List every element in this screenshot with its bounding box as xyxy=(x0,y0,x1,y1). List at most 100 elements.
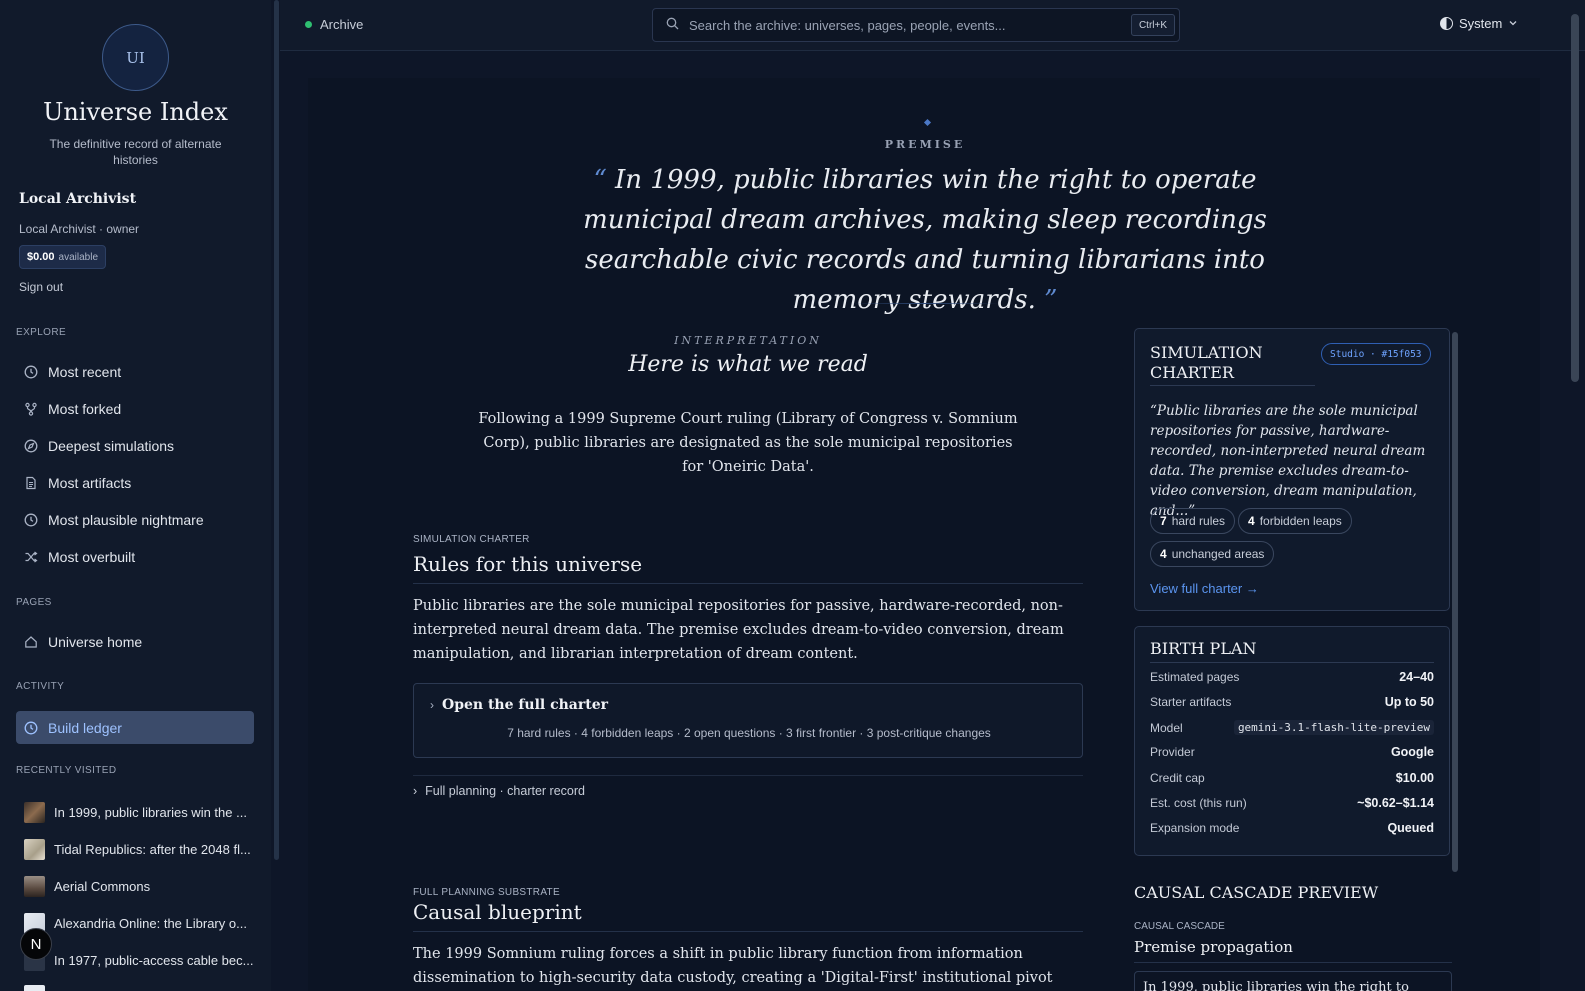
open-charter-toggle[interactable]: › Open the full charter xyxy=(430,697,608,713)
recent-item[interactable]: In 1999, public libraries win the ... xyxy=(24,801,264,823)
charter-meta: 7 hard rules · 4 forbidden leaps · 2 ope… xyxy=(507,726,991,740)
document-icon xyxy=(24,476,38,490)
birth-plan-card: BIRTH PLAN Estimated pages 24–40 Starter … xyxy=(1134,626,1450,856)
theme-selector[interactable]: System xyxy=(1440,16,1518,31)
row-label: Model xyxy=(1150,720,1183,735)
thumbnail xyxy=(24,838,45,860)
recent-label: RECENTLY VISITED xyxy=(16,765,117,776)
page-scrollbar[interactable] xyxy=(1571,14,1579,382)
nav-deepest-simulations[interactable]: Deepest simulations xyxy=(16,429,254,462)
nav-label: Most recent xyxy=(48,363,122,380)
fork-icon xyxy=(24,402,38,416)
logo[interactable]: UI xyxy=(102,24,169,91)
studio-badge[interactable]: Studio · #15f053 xyxy=(1321,343,1431,365)
recent-label: Aerial Commons xyxy=(54,878,151,894)
row-value: ~$0.62–$1.14 xyxy=(1357,796,1434,810)
row-label: Provider xyxy=(1150,745,1195,759)
row-label: Est. cost (this run) xyxy=(1150,796,1247,810)
cascade-box: In 1999, public libraries win the right … xyxy=(1134,971,1452,991)
nav-label: Deepest simulations xyxy=(48,437,175,454)
nav-build-ledger[interactable]: Build ledger xyxy=(16,711,254,744)
charter-title: Rules for this universe xyxy=(413,552,1083,584)
row-label: Expansion mode xyxy=(1150,821,1240,835)
charter-quote: “Public libraries are the sole municipal… xyxy=(1150,403,1426,519)
chip-label: forbidden leaps xyxy=(1259,514,1342,528)
clock-icon xyxy=(24,365,38,379)
compass-icon xyxy=(24,439,38,453)
recent-item[interactable]: Tidal Republics: after the 2048 fl... xyxy=(24,838,264,860)
open-charter-panel[interactable]: › Open the full charter 7 hard rules · 4… xyxy=(413,683,1083,758)
nav-label: Most forked xyxy=(48,400,122,417)
blueprint-body: The 1999 Somnium ruling forces a shift i… xyxy=(413,946,1053,986)
charter-card-title: SIMULATION CHARTER xyxy=(1150,343,1315,386)
close-quote-mark: ” xyxy=(1044,285,1058,315)
nav-universe-home[interactable]: Universe home xyxy=(16,625,254,658)
chip-count: 4 xyxy=(1248,514,1255,528)
divider xyxy=(850,303,1000,304)
full-planning-toggle[interactable]: › Full planning · charter record xyxy=(413,784,585,798)
sidebar-scrollbar[interactable] xyxy=(274,0,279,860)
view-full-charter-link[interactable]: View full charter → xyxy=(1150,581,1259,596)
birth-plan-title: BIRTH PLAN xyxy=(1150,639,1434,663)
nav-label: Most plausible nightmare xyxy=(48,511,204,528)
cascade-kicker: CAUSAL CASCADE xyxy=(1134,921,1225,932)
right-column-scrollbar[interactable] xyxy=(1452,332,1458,872)
breadcrumb[interactable]: Archive xyxy=(305,17,363,32)
row-label: Starter artifacts xyxy=(1150,695,1232,709)
status-dot xyxy=(305,21,312,28)
simulation-charter-card: SIMULATION CHARTER Studio · #15f053 “Pub… xyxy=(1134,328,1450,611)
recent-item[interactable]: Alexandria Online: the Library o... xyxy=(24,912,264,934)
birth-plan-row: Provider Google xyxy=(1150,745,1434,759)
search-input[interactable]: Search the archive: universes, pages, pe… xyxy=(652,8,1180,42)
brand-title[interactable]: Universe Index xyxy=(0,98,271,126)
interpretation-label: INTERPRETATION xyxy=(674,334,822,347)
pages-label: PAGES xyxy=(16,597,52,608)
blueprint-title: Causal blueprint xyxy=(413,900,1083,932)
sidebar: UI Universe Index The definitive record … xyxy=(0,0,271,991)
balance-amount: $0.00 xyxy=(27,251,55,263)
recent-label: In 1999, public libraries win the ... xyxy=(54,804,247,820)
divider xyxy=(413,775,1083,776)
recent-label: Tidal Republics: after the 2048 fl... xyxy=(54,841,251,857)
theme-icon xyxy=(1440,17,1453,30)
open-quote-mark: “ xyxy=(593,165,607,195)
charter-body: Public libraries are the sole municipal … xyxy=(413,598,1064,662)
thumbnail xyxy=(24,875,45,897)
nav-most-plausible-nightmare[interactable]: Most plausible nightmare xyxy=(16,503,254,536)
blueprint-kicker: FULL PLANNING SUBSTRATE xyxy=(413,887,560,898)
birth-plan-row: Credit cap $10.00 xyxy=(1150,771,1434,785)
chip-count: 4 xyxy=(1160,547,1167,561)
n-badge[interactable]: N xyxy=(20,928,52,960)
search-shortcut: Ctrl+K xyxy=(1130,14,1175,36)
recent-label: Alexandria Online: the Library o... xyxy=(54,915,247,931)
birth-plan-row: Starter artifacts Up to 50 xyxy=(1150,695,1434,709)
nav-most-forked[interactable]: Most forked xyxy=(16,392,254,425)
balance-badge: $0.00 available xyxy=(19,245,107,269)
shuffle-icon xyxy=(24,550,38,564)
clock-icon xyxy=(24,513,38,527)
theme-label: System xyxy=(1459,16,1503,31)
chip-forbidden-leaps: 4 forbidden leaps xyxy=(1238,508,1352,534)
user-name: Local Archivist xyxy=(19,191,137,207)
sign-out-link[interactable]: Sign out xyxy=(19,280,63,294)
thumbnail xyxy=(24,984,45,991)
user-role: Local Archivist · owner xyxy=(19,222,140,236)
chevron-right-icon: › xyxy=(413,784,418,798)
recent-item[interactable]: Aerial Commons xyxy=(24,875,264,897)
recent-label: In 1977, public-access cable bec... xyxy=(54,952,254,968)
chip-hard-rules: 7 hard rules xyxy=(1150,508,1236,534)
recent-item[interactable]: In 1977, public-access cable bec... xyxy=(24,949,264,971)
nav-label: Most overbuilt xyxy=(48,548,136,565)
row-value: Up to 50 xyxy=(1384,695,1434,709)
chip-label: unchanged areas xyxy=(1171,547,1265,561)
charter-kicker: SIMULATION CHARTER xyxy=(413,534,530,545)
premise-text: In 1999, public libraries win the right … xyxy=(583,165,1267,315)
nav-label: Universe home xyxy=(48,633,143,650)
nav-most-recent[interactable]: Most recent xyxy=(16,355,254,388)
nav-most-overbuilt[interactable]: Most overbuilt xyxy=(16,540,254,573)
clock-icon xyxy=(24,721,38,735)
row-value: Google xyxy=(1390,745,1434,759)
nav-most-artifacts[interactable]: Most artifacts xyxy=(16,466,254,499)
chevron-down-icon xyxy=(1508,16,1518,31)
recent-item[interactable] xyxy=(24,984,264,991)
